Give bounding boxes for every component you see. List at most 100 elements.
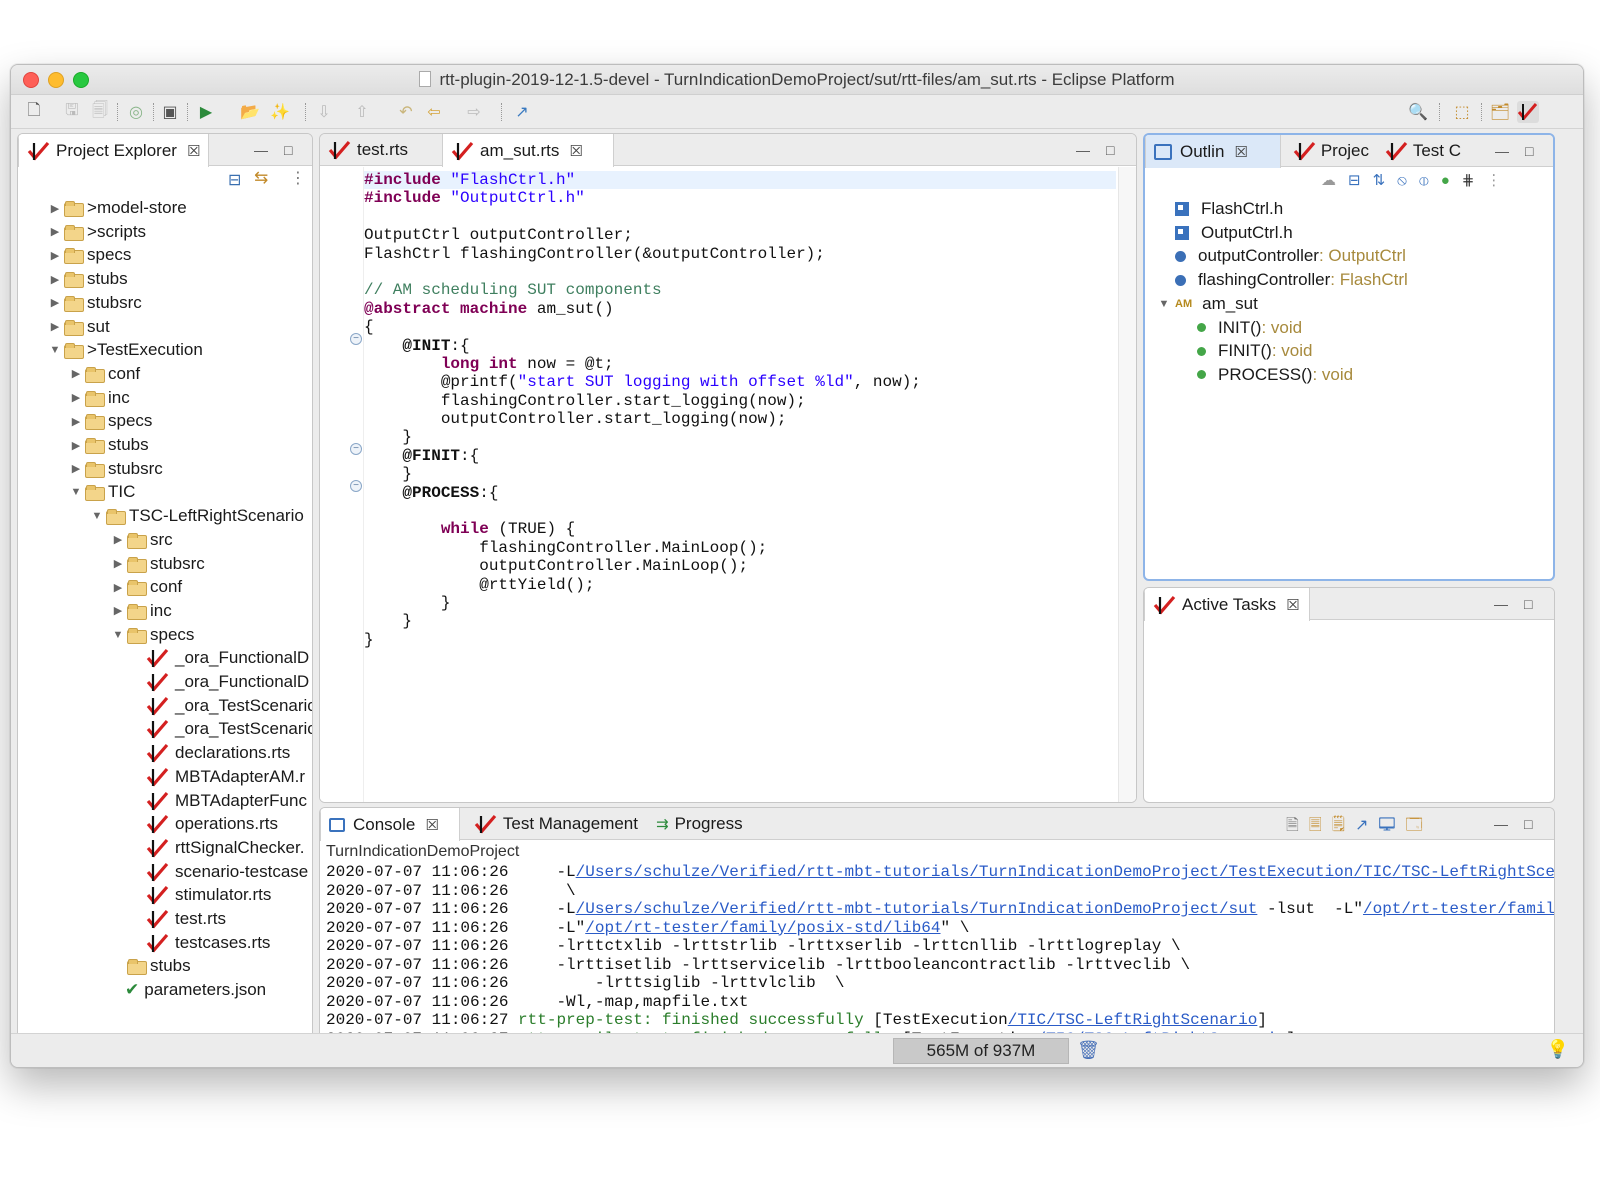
collapsed-arrow-icon[interactable]: ▶ — [69, 439, 83, 452]
tree-item[interactable]: MBTAdapterAM.r — [18, 765, 305, 789]
console-link[interactable]: /opt/rt-tester/family — [1363, 900, 1554, 918]
word-wrap-icon[interactable]: 🗒 — [1332, 817, 1355, 834]
fold-toggle-icon[interactable]: − — [350, 480, 362, 492]
close-icon[interactable]: ☒ — [425, 816, 438, 834]
outline-item[interactable]: flashingController : FlashCtrl — [1145, 268, 1408, 292]
collapsed-arrow-icon[interactable]: ▶ — [48, 202, 62, 215]
collapsed-arrow-icon[interactable]: ▶ — [111, 557, 125, 570]
maximize-icon[interactable]: □ — [1524, 596, 1532, 612]
tree-item[interactable]: ▶ conf — [18, 362, 140, 386]
console-link[interactable]: /TIC/TSC-LeftRightScenario — [1008, 1011, 1258, 1029]
expanded-arrow-icon[interactable]: ▼ — [48, 344, 62, 356]
tree-item[interactable]: ▶ > model-store — [18, 196, 187, 220]
tree-item[interactable]: operations.rts — [18, 812, 278, 836]
tab-test-rts[interactable]: test.rts — [320, 134, 440, 166]
collapsed-arrow-icon[interactable]: ▶ — [69, 462, 83, 475]
minimize-icon[interactable]: — — [1495, 143, 1509, 159]
view-menu-icon[interactable]: ⋮ — [290, 168, 306, 188]
maximize-icon[interactable]: □ — [1106, 142, 1114, 158]
new-icon[interactable]: 🗋 — [23, 101, 45, 123]
prev-annotation-icon[interactable]: ⇧ — [351, 101, 373, 123]
tab-test-management[interactable]: Test Management — [466, 808, 646, 840]
tab-outline[interactable]: Outlin ☒ — [1145, 135, 1281, 168]
close-icon[interactable]: ☒ — [187, 142, 200, 160]
expanded-arrow-icon[interactable]: ▼ — [69, 486, 83, 498]
pin-console-icon[interactable]: ↗ — [1355, 817, 1378, 834]
outline-item[interactable]: ▼ AM am_sut — [1145, 292, 1258, 316]
sort-icon[interactable]: ⇅ — [1373, 172, 1398, 189]
close-icon[interactable]: ☒ — [1234, 143, 1247, 161]
garbage-collect-icon[interactable]: 🗑 — [1077, 1040, 1100, 1061]
tree-item[interactable]: stimulator.rts — [18, 883, 271, 907]
close-icon[interactable]: ☒ — [1286, 596, 1299, 614]
tree-item[interactable]: testcases.rts — [18, 931, 270, 955]
console-link[interactable]: /Users/schulze/Verified/rtt-mbt-tutorial… — [576, 900, 1258, 918]
open-perspective-icon[interactable]: ↗ — [511, 101, 533, 123]
open-console-icon[interactable]: 🗔 — [1405, 817, 1432, 834]
display-console-icon[interactable]: 🖵 — [1378, 817, 1405, 834]
expanded-arrow-icon[interactable]: ▼ — [111, 629, 125, 641]
tree-item[interactable]: ▼ specs — [18, 623, 194, 647]
minimize-icon[interactable]: — — [1494, 596, 1508, 612]
tab-test-cases[interactable]: Test C — [1377, 135, 1469, 167]
minimize-icon[interactable]: — — [1494, 816, 1508, 832]
hide-macros-icon[interactable]: ⋕ — [1462, 172, 1487, 189]
link-icon[interactable]: ☁ — [1321, 172, 1348, 189]
tree-item[interactable]: test.rts — [18, 907, 226, 931]
heap-status[interactable]: 565M of 937M — [893, 1038, 1069, 1064]
next-annotation-icon[interactable]: ⇩ — [313, 101, 335, 123]
save-all-icon[interactable]: 🗐 — [89, 101, 111, 123]
view-menu-icon[interactable]: ⋮ — [1486, 172, 1513, 189]
outline-item[interactable]: INIT() : void — [1145, 316, 1302, 340]
tab-console[interactable]: Console ☒ — [320, 808, 460, 841]
rtt-perspective-icon[interactable] — [1517, 101, 1539, 123]
expanded-arrow-icon[interactable]: ▼ — [90, 510, 104, 522]
maximize-icon[interactable]: □ — [284, 142, 292, 158]
save-icon[interactable]: 🖫 — [61, 101, 83, 123]
tip-bulb-icon[interactable]: 💡 — [1547, 1039, 1569, 1060]
outline-item[interactable]: FlashCtrl.h — [1145, 197, 1283, 221]
tree-item[interactable]: stubs — [18, 954, 191, 978]
editor-scrollbar[interactable] — [1118, 167, 1136, 802]
collapsed-arrow-icon[interactable]: ▶ — [111, 581, 125, 594]
tab-project-explorer[interactable]: Project Explorer ☒ — [18, 134, 210, 167]
open-folder-icon[interactable]: 📂 — [239, 101, 261, 123]
hide-nonpublic-icon[interactable]: ● — [1441, 172, 1462, 189]
collapsed-arrow-icon[interactable]: ▶ — [69, 367, 83, 380]
maximize-icon[interactable]: □ — [1524, 816, 1532, 832]
last-edit-icon[interactable]: ↶ — [395, 101, 417, 123]
tree-item[interactable]: ▶ specs — [18, 243, 131, 267]
tree-item[interactable]: ▶ conf — [18, 575, 182, 599]
minimize-icon[interactable]: — — [1076, 142, 1090, 158]
wand-icon[interactable]: ✨ — [269, 101, 291, 123]
collapsed-arrow-icon[interactable]: ▶ — [48, 296, 62, 309]
console-link[interactable]: /Users/schulze/Verified/rtt-mbt-tutorial… — [576, 863, 1554, 881]
tree-item[interactable]: ▶ stubsrc — [18, 552, 205, 576]
code-text[interactable]: #include "FlashCtrl.h" #include "OutputCt… — [364, 171, 1116, 649]
target-icon[interactable]: ◎ — [125, 101, 147, 123]
tree-item[interactable]: _ora_FunctionalD — [18, 646, 309, 670]
tab-am-sut-rts[interactable]: am_sut.rts ☒ — [442, 134, 614, 167]
tab-active-tasks[interactable]: Active Tasks ☒ — [1144, 588, 1310, 621]
link-editor-icon[interactable]: ⇆ — [254, 168, 268, 188]
tree-item[interactable]: _ora_TestScenario — [18, 717, 312, 741]
tree-item[interactable]: ▼ > TestExecution — [18, 338, 203, 362]
tree-item[interactable]: MBTAdapterFunc — [18, 789, 307, 813]
tree-item[interactable]: ▼ TSC-LeftRightScenario — [18, 504, 304, 528]
tree-item[interactable]: ✔ parameters.json — [18, 978, 266, 1002]
outline-item[interactable]: OutputCtrl.h — [1145, 221, 1293, 245]
outline-item[interactable]: FINIT() : void — [1145, 339, 1312, 363]
tree-item[interactable]: _ora_TestScenario — [18, 694, 312, 718]
tree-item[interactable]: _ora_FunctionalD — [18, 670, 309, 694]
collapsed-arrow-icon[interactable]: ▶ — [111, 604, 125, 617]
clear-console-icon[interactable]: 🗎 — [1286, 817, 1309, 834]
hide-static-icon[interactable]: ⦷ — [1419, 172, 1441, 189]
run-icon[interactable]: ▶ — [195, 101, 217, 123]
tree-item[interactable]: ▶ stubs — [18, 433, 149, 457]
tree-item[interactable]: declarations.rts — [18, 741, 290, 765]
fold-toggle-icon[interactable]: − — [350, 333, 362, 345]
tree-item[interactable]: ▶ sut — [18, 315, 110, 339]
minimize-icon[interactable]: — — [254, 142, 268, 158]
scroll-lock-icon[interactable]: 🗏 — [1309, 817, 1332, 834]
fold-toggle-icon[interactable]: − — [350, 443, 362, 455]
